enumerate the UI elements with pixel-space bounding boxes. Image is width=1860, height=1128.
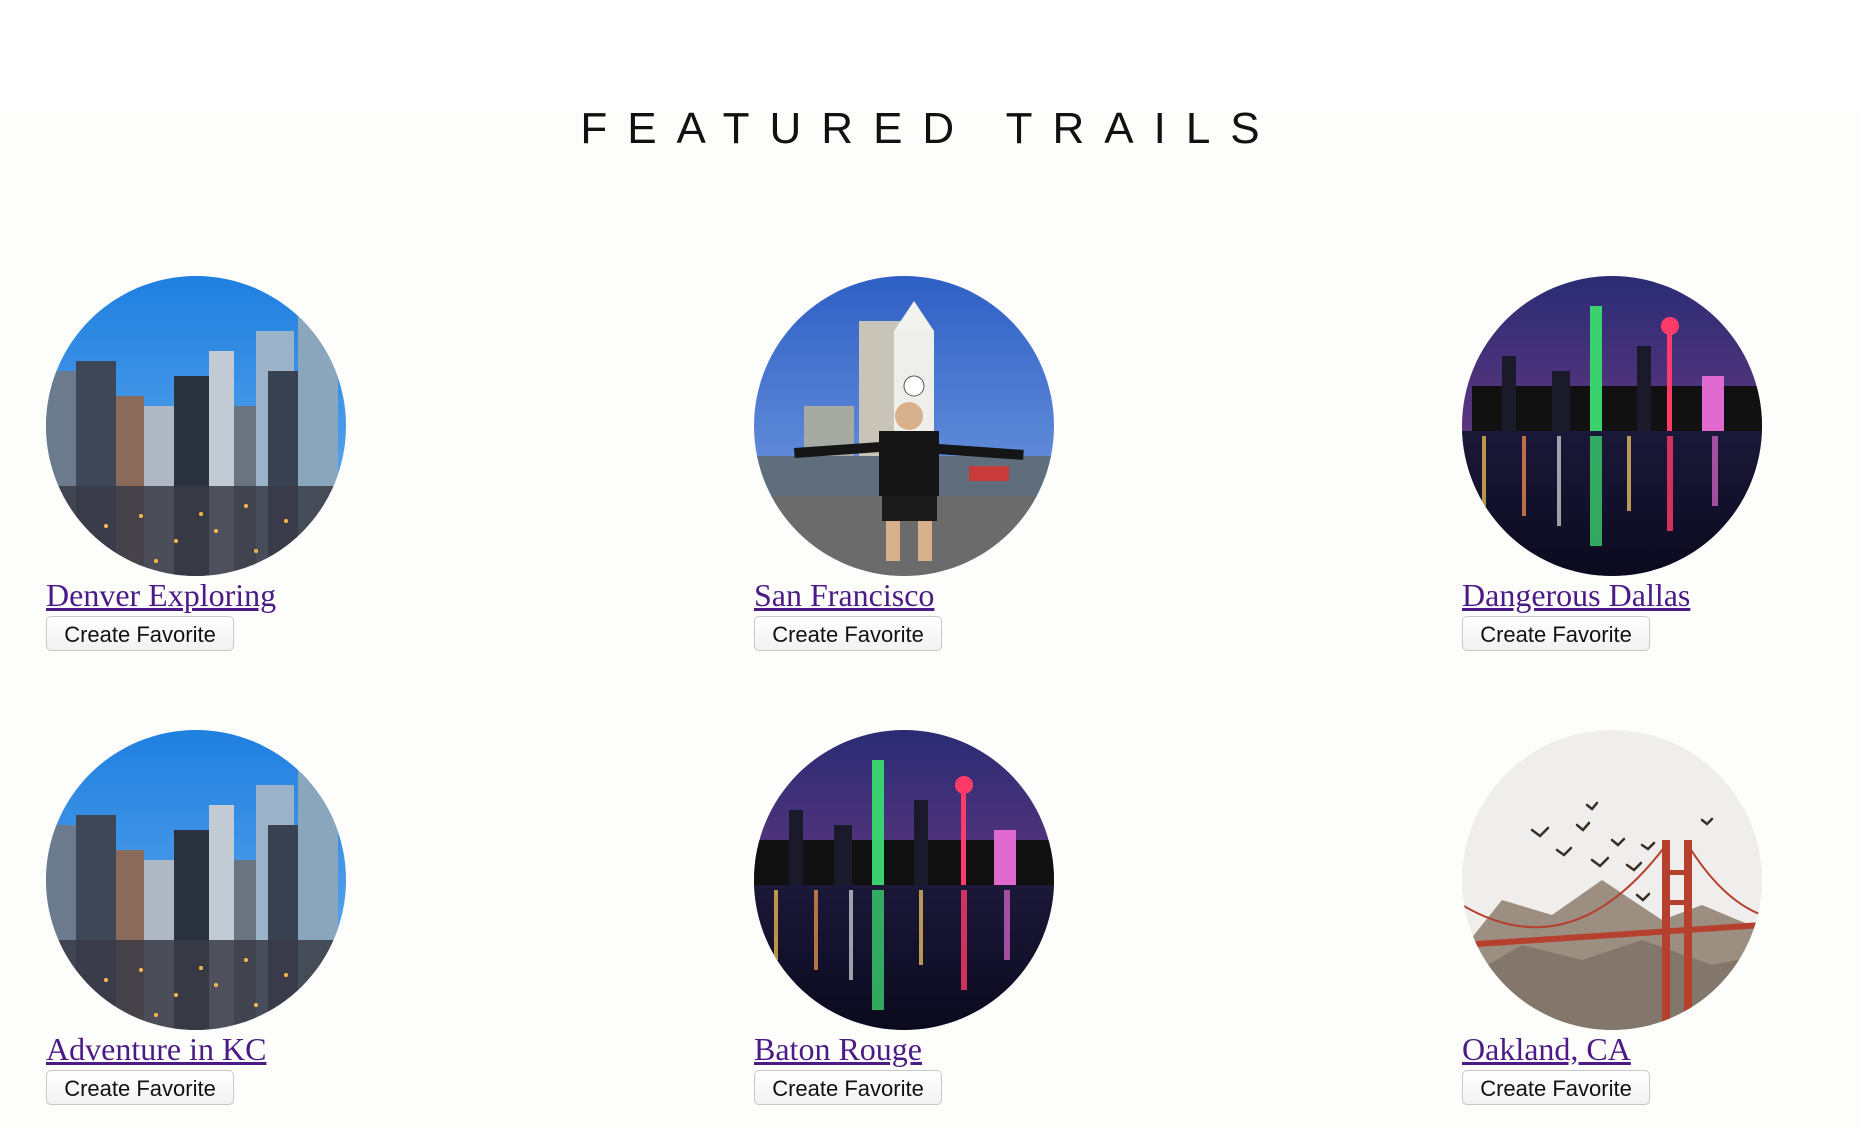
- trail-link[interactable]: Denver Exploring: [46, 576, 276, 614]
- create-favorite-button[interactable]: Create Favorite: [1462, 616, 1650, 651]
- header-band: [0, 0, 1860, 112]
- trail-link[interactable]: Baton Rouge: [754, 1030, 922, 1068]
- trail-card: Adventure in KC Create Favorite: [46, 730, 366, 1105]
- trail-image[interactable]: [46, 730, 346, 1030]
- trail-image[interactable]: [754, 276, 1054, 576]
- trail-card: Baton Rouge Create Favorite: [754, 730, 1074, 1105]
- trail-image[interactable]: [1462, 276, 1762, 576]
- create-favorite-button[interactable]: Create Favorite: [46, 1070, 234, 1105]
- trail-link[interactable]: San Francisco: [754, 576, 934, 614]
- trail-card: Dangerous Dallas Create Favorite: [1462, 276, 1782, 651]
- create-favorite-button[interactable]: Create Favorite: [46, 616, 234, 651]
- trail-card: Denver Exploring Create Favorite: [46, 276, 366, 651]
- create-favorite-button[interactable]: Create Favorite: [1462, 1070, 1650, 1105]
- trail-image[interactable]: [1462, 730, 1762, 1030]
- trail-card: San Francisco Create Favorite: [754, 276, 1074, 651]
- trail-image[interactable]: [46, 276, 346, 576]
- trail-card: Oakland, CA Create Favorite: [1462, 730, 1782, 1105]
- page-title: FEATURED TRAILS: [580, 104, 1280, 153]
- featured-trails-page: FEATURED TRAILS Denver Exploring Create …: [0, 0, 1860, 1128]
- trail-link[interactable]: Oakland, CA: [1462, 1030, 1631, 1068]
- trail-image[interactable]: [754, 730, 1054, 1030]
- trail-link[interactable]: Adventure in KC: [46, 1030, 266, 1068]
- create-favorite-button[interactable]: Create Favorite: [754, 616, 942, 651]
- create-favorite-button[interactable]: Create Favorite: [754, 1070, 942, 1105]
- trail-link[interactable]: Dangerous Dallas: [1462, 576, 1690, 614]
